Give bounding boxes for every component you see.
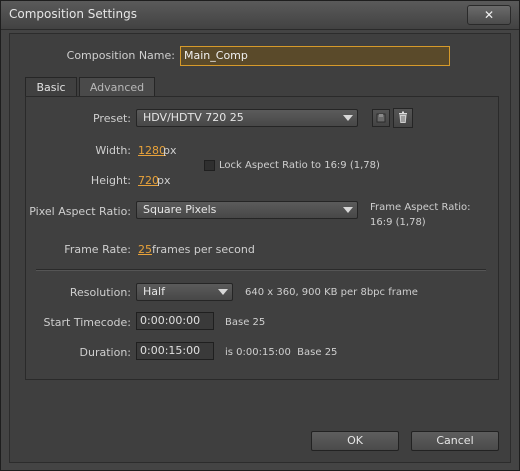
chevron-down-icon (218, 289, 228, 295)
tab-basic[interactable]: Basic (25, 77, 77, 97)
chevron-down-icon (343, 207, 353, 213)
lock-aspect-checkbox[interactable] (204, 160, 215, 171)
composition-name-label: Composition Name: (66, 49, 175, 62)
width-label: Width: (95, 144, 131, 157)
height-unit: px (157, 174, 171, 187)
pixel-aspect-dropdown[interactable]: Square Pixels (136, 201, 358, 219)
ok-button[interactable]: OK (311, 431, 399, 451)
save-preset-button[interactable] (372, 109, 390, 127)
title-bar: Composition Settings ✕ (1, 1, 519, 30)
frame-rate-value[interactable]: 25 (138, 243, 152, 256)
tab-advanced[interactable]: Advanced (79, 77, 155, 97)
start-timecode-info: Base 25 (225, 317, 266, 328)
duration-input[interactable]: 0:00:15:00 (136, 342, 214, 360)
width-value[interactable]: 1280 (138, 144, 166, 157)
resolution-value: Half (143, 285, 165, 298)
lock-aspect-label: Lock Aspect Ratio to 16:9 (1,78) (219, 160, 380, 171)
height-label: Height: (90, 174, 131, 187)
resolution-info: 640 x 360, 900 KB per 8bpc frame (245, 287, 418, 298)
start-timecode-input[interactable]: 0:00:00:00 (136, 312, 214, 330)
delete-preset-button[interactable] (393, 108, 413, 128)
preset-value: HDV/HDTV 720 25 (143, 111, 244, 124)
cancel-button[interactable]: Cancel (411, 431, 499, 451)
close-button[interactable]: ✕ (467, 5, 511, 25)
pixel-aspect-label: Pixel Aspect Ratio: (29, 205, 131, 218)
save-preset-icon (376, 113, 386, 123)
window-title: Composition Settings (9, 7, 137, 21)
frame-aspect-label: Frame Aspect Ratio: (370, 202, 471, 213)
chevron-down-icon (343, 115, 353, 121)
pixel-aspect-value: Square Pixels (143, 203, 217, 216)
frame-rate-unit: frames per second (152, 243, 255, 256)
duration-info: is 0:00:15:00 Base 25 (225, 347, 338, 358)
composition-name-input[interactable]: Main_Comp (180, 46, 450, 66)
preset-label: Preset: (92, 112, 131, 125)
preset-dropdown[interactable]: HDV/HDTV 720 25 (136, 109, 358, 127)
resolution-label: Resolution: (69, 286, 131, 299)
width-unit: px (163, 144, 177, 157)
duration-label: Duration: (79, 346, 131, 359)
composition-settings-dialog: Composition Settings ✕ Composition Name:… (0, 0, 520, 471)
basic-tab-panel (25, 96, 499, 380)
height-value[interactable]: 720 (138, 174, 159, 187)
frame-rate-label: Frame Rate: (64, 243, 131, 256)
frame-aspect-value: 16:9 (1,78) (370, 217, 426, 228)
resolution-dropdown[interactable]: Half (136, 283, 233, 301)
start-timecode-label: Start Timecode: (43, 316, 131, 329)
divider (36, 269, 486, 271)
trash-icon (399, 111, 407, 123)
